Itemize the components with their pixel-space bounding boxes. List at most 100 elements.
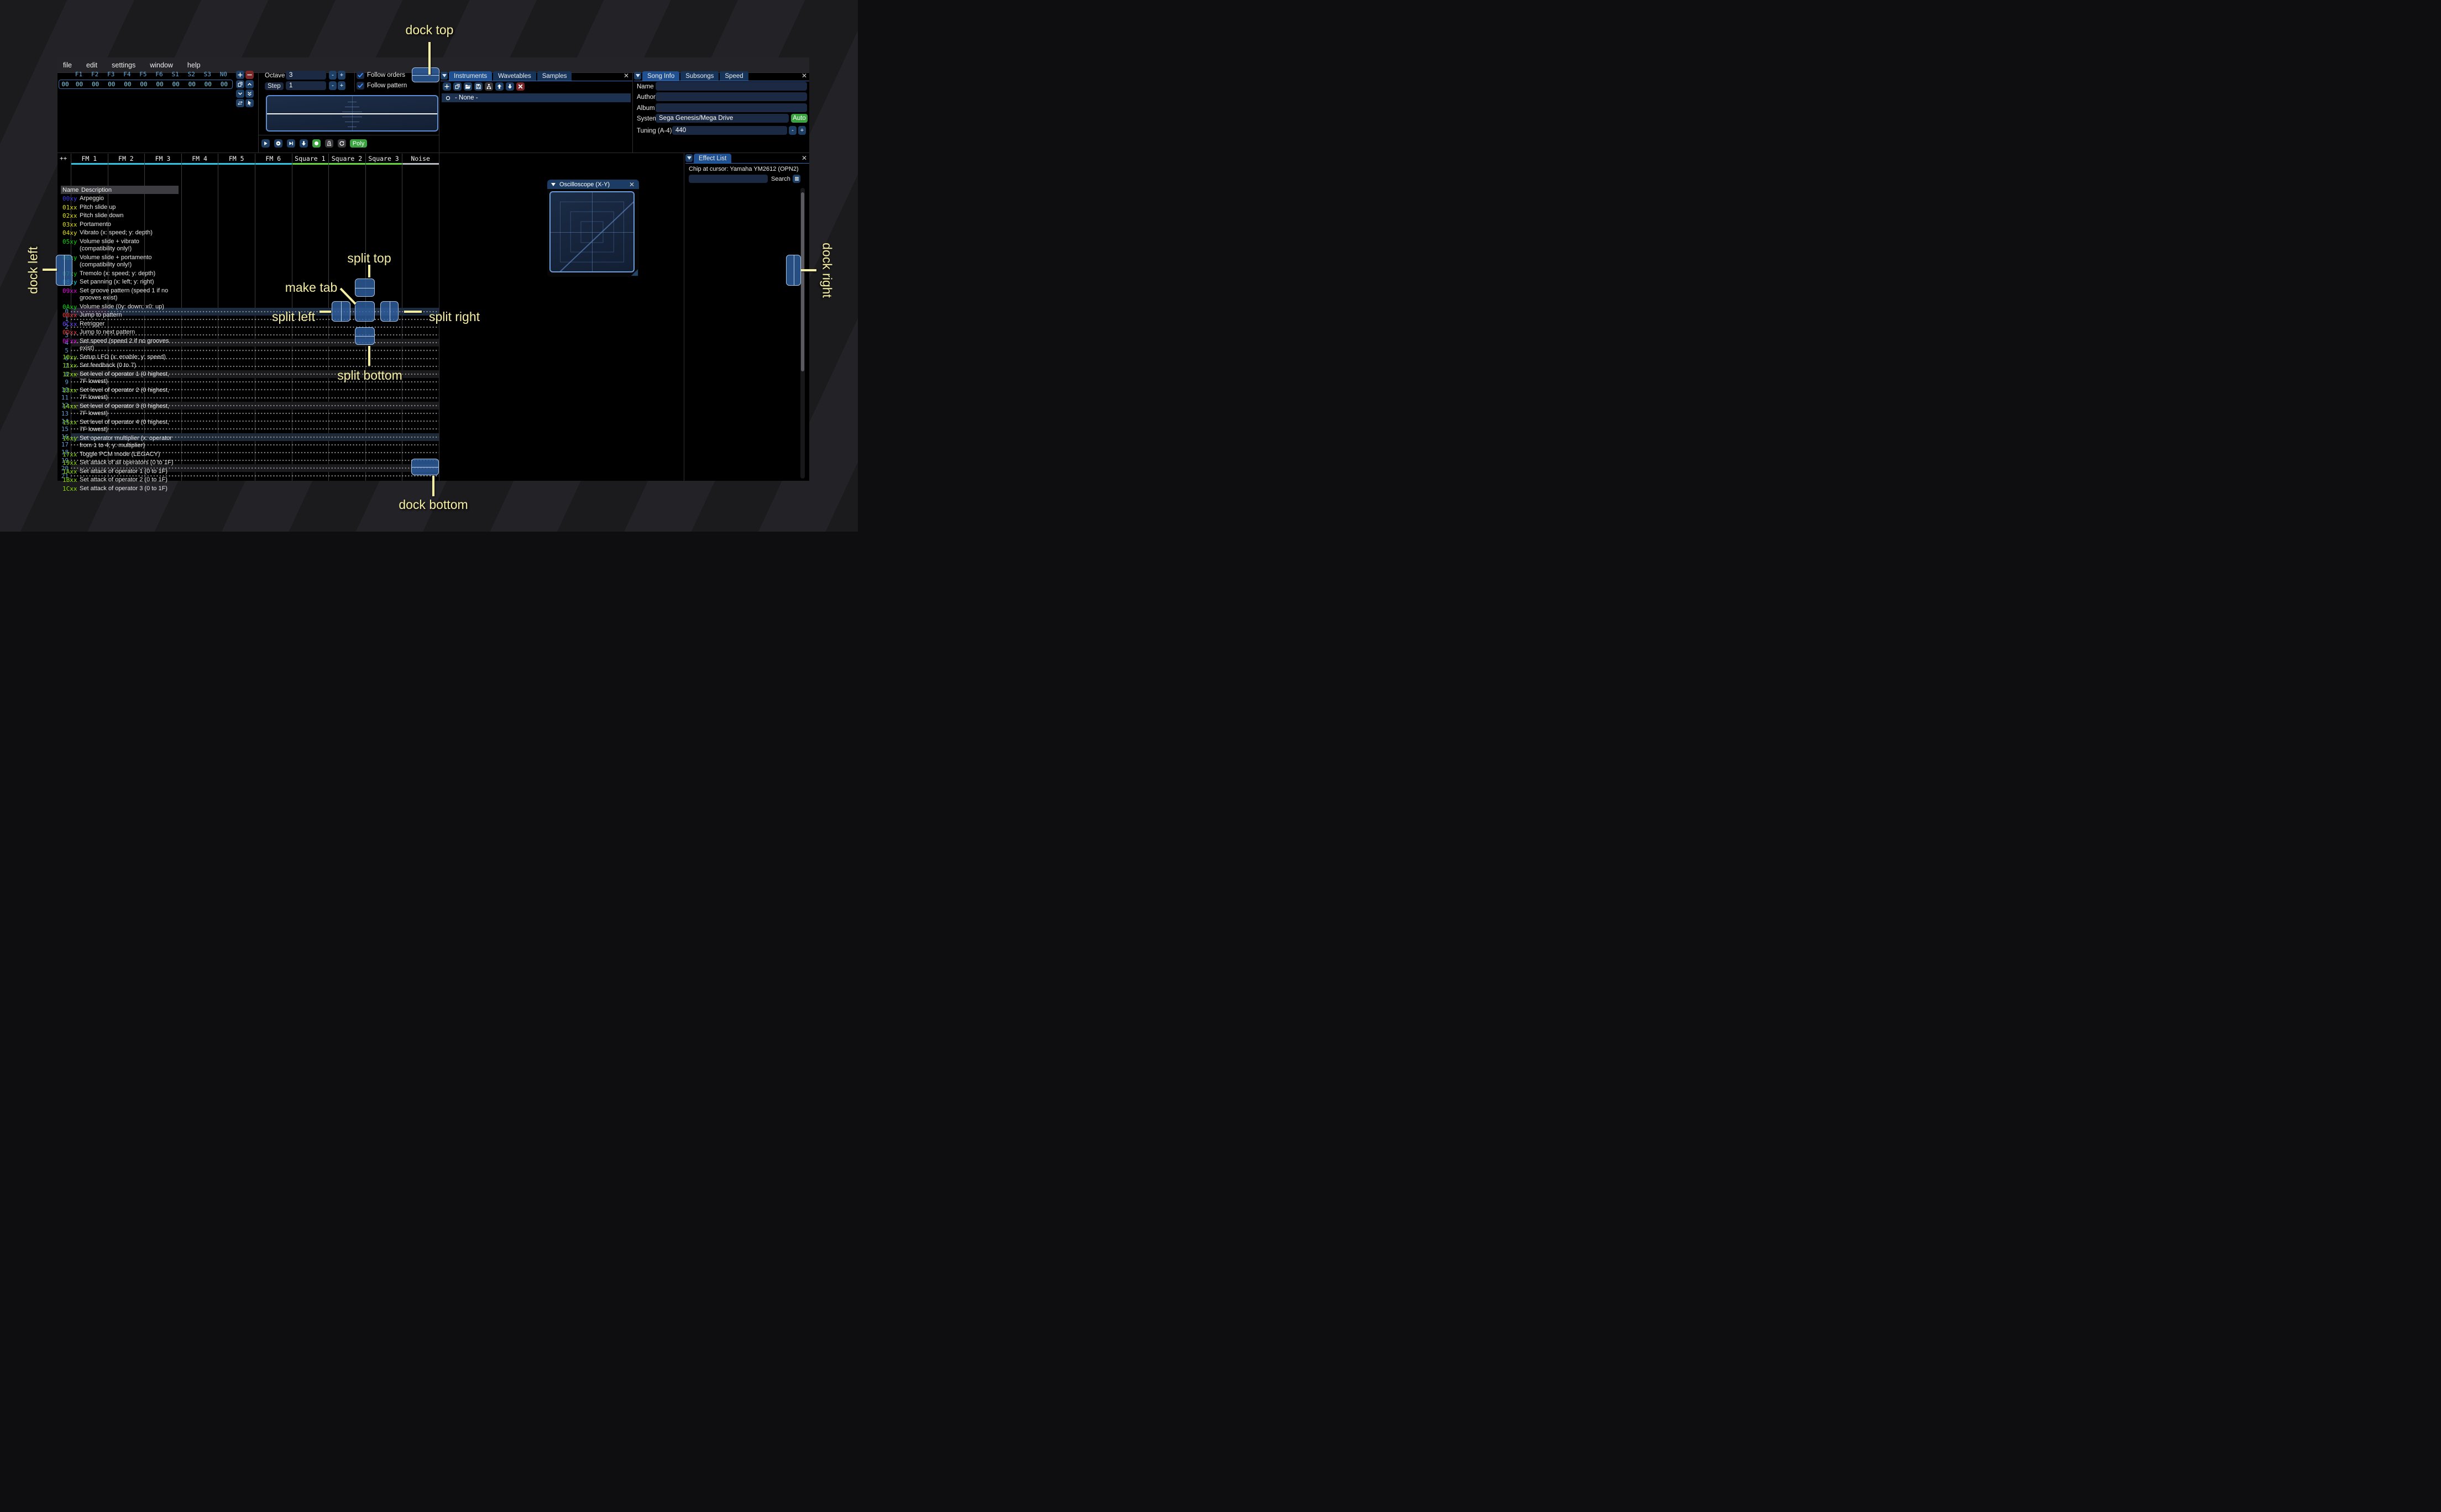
step-label[interactable]: Step — [265, 82, 284, 90]
song-info-collapse-button[interactable] — [634, 72, 641, 80]
pattern-cell[interactable] — [181, 456, 218, 465]
pattern-cell[interactable] — [365, 417, 402, 426]
pattern-cell[interactable] — [291, 378, 329, 386]
channel-fm-4[interactable]: FM 4 — [181, 154, 218, 165]
menu-item-window[interactable]: window — [150, 61, 173, 69]
tab-effect-list[interactable]: Effect List — [694, 154, 732, 163]
pattern-cell[interactable] — [402, 440, 439, 449]
instrument-list-item[interactable]: - None - — [442, 93, 631, 102]
pattern-cell[interactable] — [291, 393, 329, 402]
pattern-cell[interactable] — [254, 339, 292, 347]
pattern-cell[interactable] — [181, 393, 218, 402]
effect-row[interactable]: 00xy Arpeggio — [62, 195, 182, 203]
pattern-cell[interactable] — [181, 425, 218, 433]
effect-row[interactable]: 17xx Toggle PCM mode (LEGACY) — [62, 450, 182, 459]
dock-bottom-handle[interactable] — [411, 459, 439, 475]
pattern-cell[interactable] — [181, 401, 218, 410]
pattern-cell[interactable] — [218, 362, 255, 370]
pattern-cell[interactable] — [365, 425, 402, 433]
pattern-cell[interactable] — [402, 401, 439, 410]
pattern-cell[interactable] — [291, 433, 329, 441]
pattern-cell[interactable] — [365, 440, 402, 449]
dock-left-handle[interactable] — [56, 255, 72, 286]
effect-row[interactable]: 15xx Set level of operator 4 (0 highest, … — [62, 418, 182, 434]
pattern-cell[interactable] — [181, 347, 218, 355]
pattern-cell[interactable] — [402, 347, 439, 355]
order-value[interactable]: 00 — [200, 81, 216, 88]
channel-fm-1[interactable]: FM 1 — [71, 154, 108, 165]
effect-row[interactable]: 16xy Set operator multiplier (x: operator… — [62, 434, 182, 450]
orders-swap-button[interactable] — [236, 99, 244, 107]
pattern-cell[interactable] — [365, 456, 402, 465]
transport-play-button[interactable] — [261, 139, 270, 148]
pattern-cell[interactable] — [291, 448, 329, 457]
pattern-cell[interactable] — [402, 409, 439, 418]
channel-fm-2[interactable]: FM 2 — [107, 154, 145, 165]
effect-row[interactable]: 1Cxx Set attack of operator 3 (0 to 1F) — [62, 485, 182, 494]
pattern-cell[interactable] — [365, 354, 402, 363]
pattern-cell[interactable] — [181, 307, 218, 316]
pattern-cell[interactable] — [218, 417, 255, 426]
transport-arrow-down-button[interactable] — [300, 139, 308, 148]
pattern-cell[interactable] — [328, 456, 365, 465]
effect-row[interactable]: 14xx Set level of operator 3 (0 highest, … — [62, 402, 182, 418]
pattern-cell[interactable] — [218, 315, 255, 323]
instruments-folder-open-button[interactable] — [464, 82, 472, 91]
resize-grip[interactable] — [631, 269, 638, 276]
system-input[interactable]: Sega Genesis/Mega Drive — [656, 114, 789, 123]
pattern-cell[interactable] — [254, 386, 292, 394]
transport-play-circle-button[interactable] — [274, 139, 282, 148]
menu-item-file[interactable]: file — [63, 61, 72, 69]
orders-plus-button[interactable] — [236, 71, 244, 79]
orders-minus-button[interactable] — [245, 71, 254, 79]
dock-right-handle[interactable] — [786, 255, 801, 286]
tuning-input[interactable]: 440 — [672, 126, 787, 135]
pattern-cell[interactable] — [254, 393, 292, 402]
pattern-cell[interactable] — [254, 362, 292, 370]
pattern-cell[interactable] — [402, 323, 439, 332]
split-bottom-handle[interactable] — [355, 327, 375, 345]
pattern-cell[interactable] — [218, 370, 255, 379]
oscilloscope-xy-titlebar[interactable]: Oscilloscope (X-Y) — [547, 180, 639, 189]
effect-row[interactable]: 10xy Setup LFO (x: enable; y: speed) — [62, 353, 182, 362]
instruments-arrow-up-button[interactable] — [495, 82, 504, 91]
pattern-cell[interactable] — [291, 440, 329, 449]
pattern-cell[interactable] — [365, 472, 402, 480]
pattern-cell[interactable] — [365, 401, 402, 410]
pattern-cell[interactable] — [181, 464, 218, 473]
pattern-cell[interactable] — [218, 393, 255, 402]
pattern-cell[interactable] — [291, 339, 329, 347]
pattern-cell[interactable] — [181, 362, 218, 370]
channel-square-2[interactable]: Square 2 — [328, 154, 365, 165]
tab-samples[interactable]: Samples — [537, 71, 572, 81]
pattern-cell[interactable] — [402, 386, 439, 394]
menu-item-settings[interactable]: settings — [112, 61, 135, 69]
pattern-cell[interactable] — [402, 425, 439, 433]
oscilloscope-xy-window[interactable]: Oscilloscope (X-Y) ✕ — [547, 180, 639, 277]
effect-row[interactable]: 06xyVolume slide + portamento (compatibi… — [62, 254, 182, 270]
effect-row[interactable]: 0Cxx Retrigger — [62, 320, 182, 329]
order-value[interactable]: 00 — [168, 81, 184, 88]
pattern-cell[interactable] — [328, 433, 365, 441]
pattern-cell[interactable] — [181, 323, 218, 332]
tuning-minus-button[interactable]: - — [789, 126, 797, 135]
pattern-cell[interactable] — [365, 464, 402, 473]
transport-step-play-button[interactable] — [287, 139, 295, 148]
channel-fm-5[interactable]: FM 5 — [218, 154, 255, 165]
follow-orders-checkbox[interactable] — [357, 71, 364, 79]
effect-scrollbar-thumb[interactable] — [801, 192, 804, 371]
pattern-cell[interactable] — [291, 417, 329, 426]
pattern-cell[interactable] — [291, 331, 329, 339]
effect-row[interactable]: 07xyTremolo (x: speed; y: depth) — [62, 270, 182, 279]
pattern-cell[interactable] — [181, 440, 218, 449]
step-plus-button[interactable]: + — [338, 81, 345, 90]
pattern-cell[interactable] — [291, 464, 329, 473]
order-value[interactable]: 00 — [216, 81, 232, 88]
pattern-cell[interactable] — [365, 393, 402, 402]
pattern-cell[interactable] — [328, 401, 365, 410]
pattern-cell[interactable] — [218, 401, 255, 410]
transport-record-button[interactable] — [312, 139, 321, 148]
pattern-cell[interactable] — [291, 354, 329, 363]
oscilloscope-xy-close-icon[interactable]: ✕ — [629, 181, 635, 188]
pattern-cell[interactable] — [218, 464, 255, 473]
